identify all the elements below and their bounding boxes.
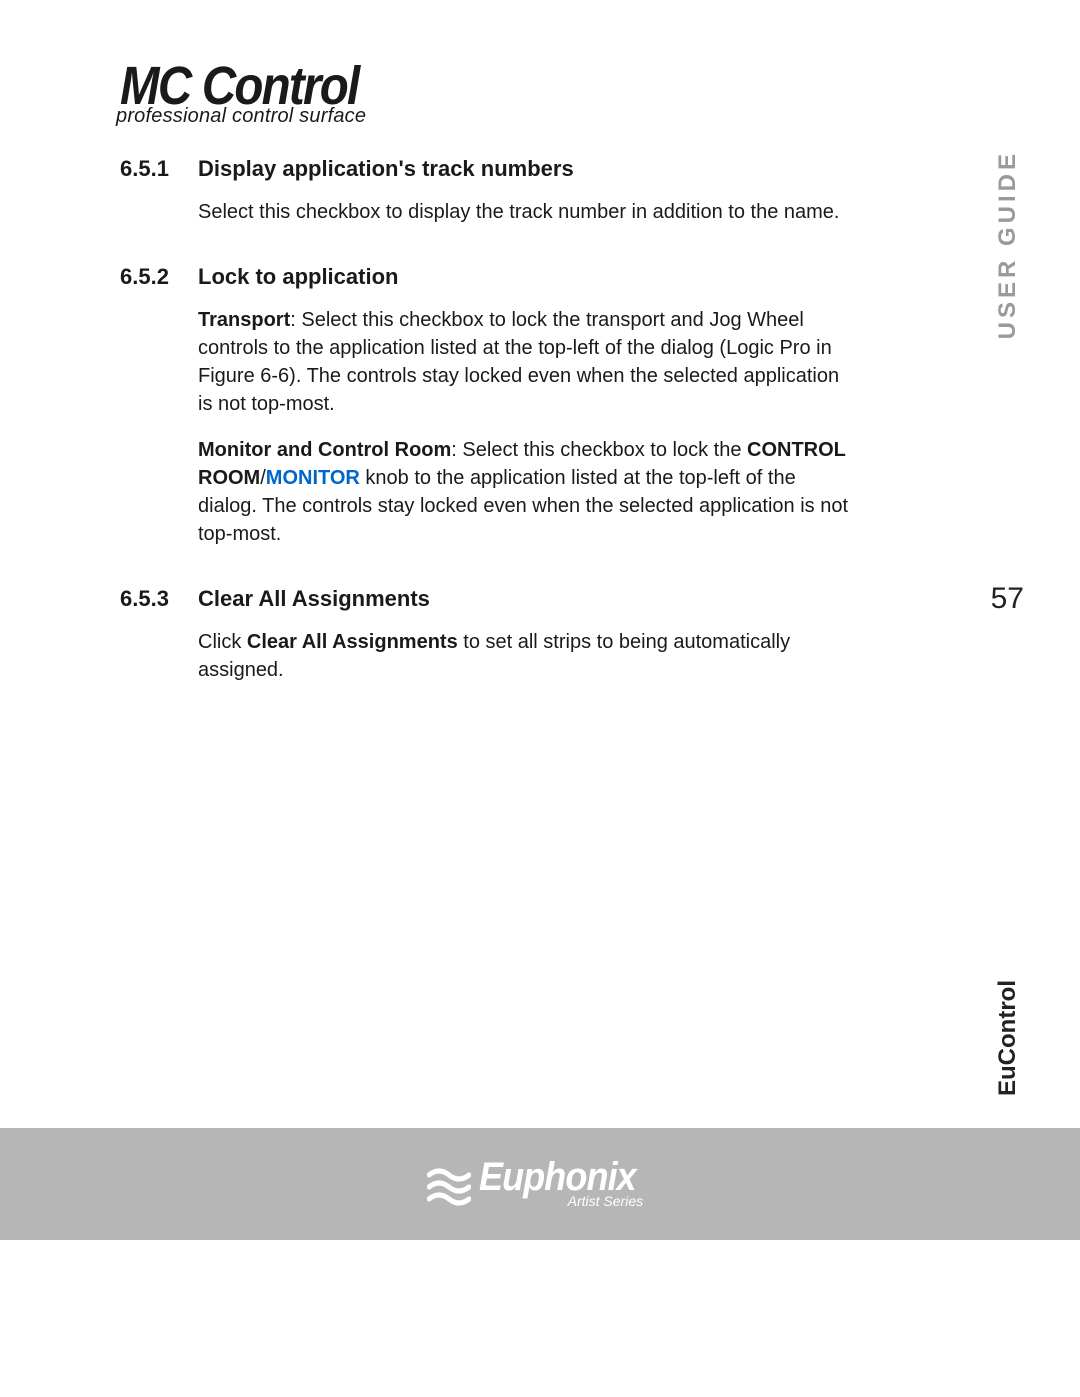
document-page: MC Control professional control surface … xyxy=(0,0,1080,1128)
text: Click xyxy=(198,631,247,653)
section-title: Lock to application xyxy=(198,264,980,290)
section-title: Display application's track numbers xyxy=(198,156,980,182)
section-number: 6.5.3 xyxy=(120,586,198,702)
page-footer: Euphonix Artist Series xyxy=(0,1128,1080,1240)
wave-icon xyxy=(427,1165,471,1209)
footer-logo: Euphonix Artist Series xyxy=(427,1159,653,1209)
body-text: Click Clear All Assignments to set all s… xyxy=(198,628,858,684)
bold-term: Monitor and Control Room xyxy=(198,439,451,461)
margin-label-top: USER GUIDE xyxy=(994,150,1022,339)
section-6-5-2: 6.5.2 Lock to application Transport: Sel… xyxy=(120,264,980,566)
text: : Select this checkbox to lock the trans… xyxy=(198,309,839,415)
section-6-5-3: 6.5.3 Clear All Assignments Click Clear … xyxy=(120,586,980,702)
logo-title: MC Control xyxy=(120,62,877,111)
section-6-5-1: 6.5.1 Display application's track number… xyxy=(120,156,980,244)
text: : Select this checkbox to lock the xyxy=(451,439,747,461)
footer-brand: Euphonix xyxy=(479,1159,636,1195)
body-text: Transport: Select this checkbox to lock … xyxy=(198,306,858,418)
bold-term: Clear All Assignments xyxy=(247,631,458,653)
body-text: Monitor and Control Room: Select this ch… xyxy=(198,436,858,548)
bold-term: Transport xyxy=(198,309,290,331)
page-number: 57 xyxy=(991,582,1024,616)
monitor-link[interactable]: MONITOR xyxy=(266,467,360,489)
section-title: Clear All Assignments xyxy=(198,586,980,612)
section-number: 6.5.1 xyxy=(120,156,198,244)
body-text: Select this checkbox to display the trac… xyxy=(198,198,858,226)
section-number: 6.5.2 xyxy=(120,264,198,566)
margin-label-bottom: EuControl xyxy=(994,980,1022,1096)
product-logo: MC Control professional control surface xyxy=(120,62,980,128)
